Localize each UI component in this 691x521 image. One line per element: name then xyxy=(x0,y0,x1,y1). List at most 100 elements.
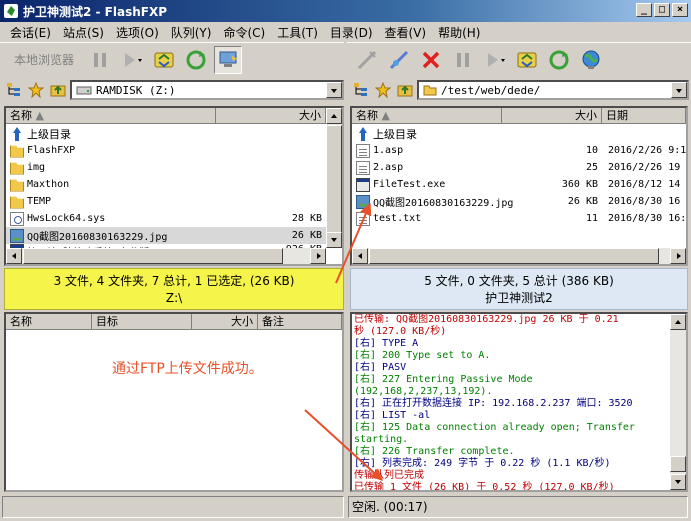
remote-transfer-button[interactable] xyxy=(481,46,509,74)
minimize-button[interactable]: _ xyxy=(636,3,652,17)
remote-row-5[interactable]: test.txt 11 2016/8/30 16: xyxy=(352,210,686,227)
remote-sync-button[interactable] xyxy=(513,46,541,74)
system-file-icon xyxy=(10,211,24,226)
local-row-5[interactable]: HwsLock64.sys 28 KB xyxy=(6,210,326,227)
log-line: (192,168,2,237,13,192). xyxy=(354,386,493,397)
tree-view-icon xyxy=(354,83,367,96)
log-line: [右] 226 Transfer complete. xyxy=(354,446,515,457)
local-scroll-up-button[interactable] xyxy=(326,108,342,124)
local-path-text: RAMDISK (Z:) xyxy=(96,83,176,97)
remote-scroll-right-button[interactable] xyxy=(670,248,686,264)
local-file-list[interactable]: 名称 ▲ 大小 上级目录 FlashFXP img Maxthon TEMP H… xyxy=(4,106,344,266)
remote-row-0[interactable]: 上级目录 xyxy=(352,125,686,142)
queue-col-note[interactable]: 备注 xyxy=(258,314,342,330)
menu-options[interactable]: 选项(O) xyxy=(110,24,165,41)
refresh-icon xyxy=(549,50,569,69)
local-horizontal-scrollbar[interactable] xyxy=(6,248,326,264)
remote-hscroll-thumb[interactable] xyxy=(369,248,659,264)
star-icon xyxy=(375,82,391,98)
remote-toolbar xyxy=(347,42,691,76)
remote-row-2[interactable]: 2.asp 25 2016/2/26 19 xyxy=(352,159,686,176)
connect-button[interactable] xyxy=(353,46,381,74)
maximize-button[interactable]: □ xyxy=(654,3,670,17)
local-row-6[interactable]: QQ截图20160830163229.jpg 26 KB xyxy=(6,227,326,244)
local-tree-button[interactable] xyxy=(4,80,24,100)
local-favorites-button[interactable] xyxy=(26,80,46,100)
log-scroll-thumb[interactable] xyxy=(670,456,686,472)
remote-path-dropdown-arrow[interactable] xyxy=(671,82,687,98)
quick-connect-button[interactable] xyxy=(385,46,413,74)
refresh-icon xyxy=(186,50,206,69)
log-line: [右] 227 Entering Passive Mode xyxy=(354,374,533,385)
queue-col-name[interactable]: 名称 xyxy=(6,314,92,330)
local-row-3[interactable]: Maxthon xyxy=(6,176,326,193)
local-row-2[interactable]: img xyxy=(6,159,326,176)
queue-col-size[interactable]: 大小 xyxy=(192,314,258,330)
log-scroll-down-button[interactable] xyxy=(670,474,686,490)
remote-col-date[interactable]: 日期 xyxy=(602,108,686,124)
log-line: 已传输: QQ截图20160830163229.jpg 26 KB 于 0.21 xyxy=(354,314,619,325)
remote-tree-button[interactable] xyxy=(351,80,371,100)
session-log[interactable]: 已传输: QQ截图20160830163229.jpg 26 KB 于 0.21… xyxy=(350,312,688,492)
local-path-dropdown-arrow[interactable] xyxy=(326,82,342,98)
log-scroll-up-button[interactable] xyxy=(670,314,686,330)
transfer-button[interactable] xyxy=(118,46,146,74)
menu-sites[interactable]: 站点(S) xyxy=(57,24,110,41)
log-line: [右] PASV xyxy=(354,362,407,373)
remote-favorites-button[interactable] xyxy=(373,80,393,100)
remote-parent-dir-button[interactable] xyxy=(395,80,415,100)
pause-button[interactable] xyxy=(86,46,114,74)
remote-path-combo[interactable]: /test/web/dede/ xyxy=(417,80,689,100)
local-browser-button[interactable]: 本地浏览器 xyxy=(6,47,82,73)
refresh-button[interactable] xyxy=(182,46,210,74)
log-line: starting. xyxy=(354,434,409,445)
refresh-remote-button[interactable] xyxy=(150,46,178,74)
local-scroll-left-button[interactable] xyxy=(6,248,22,264)
remote-pause-button[interactable] xyxy=(449,46,477,74)
menu-session[interactable]: 会话(E) xyxy=(4,24,57,41)
remote-row-3[interactable]: FileTest.exe 360 KB 2016/8/12 14 xyxy=(352,176,686,193)
menu-commands[interactable]: 命令(C) xyxy=(217,24,271,41)
bottom-status-left xyxy=(2,496,344,518)
local-scroll-thumb[interactable] xyxy=(326,125,342,233)
sync-icon xyxy=(154,52,174,67)
menu-tools[interactable]: 工具(T) xyxy=(271,24,324,41)
local-path-combo[interactable]: RAMDISK (Z:) xyxy=(70,80,344,100)
log-vertical-scrollbar[interactable] xyxy=(670,314,686,490)
disconnect-button[interactable] xyxy=(417,46,445,74)
remote-scroll-left-button[interactable] xyxy=(352,248,368,264)
local-scroll-right-button[interactable] xyxy=(310,248,326,264)
remote-row-4[interactable]: QQ截图20160830163229.jpg 26 KB 2016/8/30 16 xyxy=(352,193,686,210)
remote-horizontal-scrollbar[interactable] xyxy=(352,248,686,264)
local-row-4[interactable]: TEMP xyxy=(6,193,326,210)
remote-col-name[interactable]: 名称 ▲ xyxy=(352,108,502,124)
remote-col-size[interactable]: 大小 xyxy=(502,108,602,124)
remote-status-summary: 5 文件, 0 文件夹, 5 总计 (386 KB) xyxy=(424,274,614,288)
menu-queue[interactable]: 队列(Y) xyxy=(165,24,218,41)
local-hscroll-thumb[interactable] xyxy=(23,248,283,264)
local-row-1[interactable]: FlashFXP xyxy=(6,142,326,159)
globe-icon xyxy=(582,50,600,69)
text-file-icon xyxy=(356,211,370,226)
folder-icon xyxy=(423,85,437,96)
local-parent-dir-button[interactable] xyxy=(48,80,68,100)
menu-view[interactable]: 查看(V) xyxy=(379,24,433,41)
local-scroll-down-button[interactable] xyxy=(326,232,342,248)
queue-col-target[interactable]: 目标 xyxy=(92,314,192,330)
close-button[interactable]: × xyxy=(672,3,688,17)
menu-help[interactable]: 帮助(H) xyxy=(432,24,486,41)
log-line: 已传输 1 文件 (26 KB) 于 0.52 秒 (127.0 KB/秒) xyxy=(354,482,615,492)
site-manager-button[interactable] xyxy=(577,46,605,74)
local-col-size[interactable]: 大小 xyxy=(216,108,326,124)
local-row-0[interactable]: 上级目录 xyxy=(6,125,326,142)
remote-refresh-button[interactable] xyxy=(545,46,573,74)
log-line: [右] LIST -al xyxy=(354,410,431,421)
local-col-name[interactable]: 名称 ▲ xyxy=(6,108,216,124)
transfer-queue[interactable]: 名称 目标 大小 备注 通过FTP上传文件成功。 xyxy=(4,312,344,492)
remote-row-1[interactable]: 1.asp 10 2016/2/26 9:1 xyxy=(352,142,686,159)
local-vertical-scrollbar[interactable] xyxy=(326,108,342,248)
remote-file-list[interactable]: 名称 ▲ 大小 日期 上级目录 1.asp 10 2016/2/26 9:1 2.a… xyxy=(350,106,688,266)
local-mode-button[interactable] xyxy=(214,45,243,74)
local-status-summary: 3 文件, 4 文件夹, 7 总计, 1 已选定, (26 KB) xyxy=(53,274,295,288)
menu-directory[interactable]: 目录(D) xyxy=(324,24,379,41)
